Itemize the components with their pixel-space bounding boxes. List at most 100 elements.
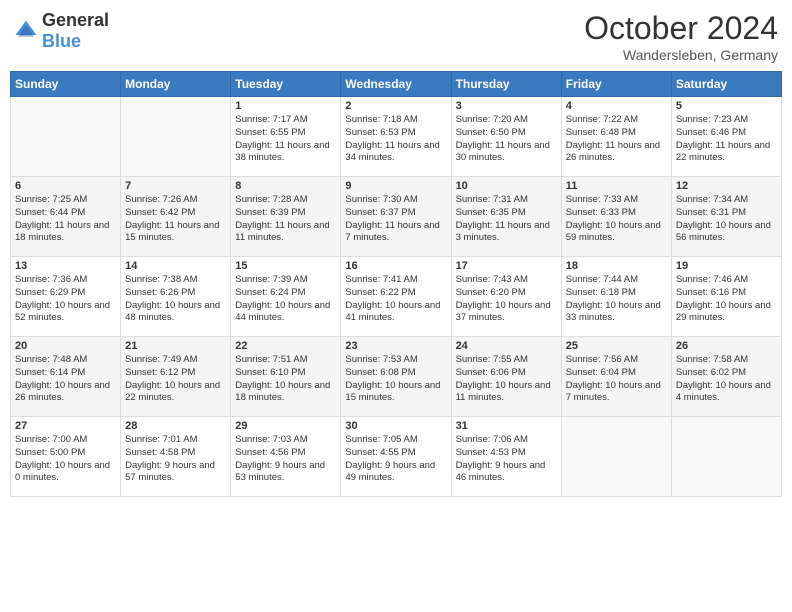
day-cell: 11 Sunrise: 7:33 AMSunset: 6:33 PMDayligh…	[561, 177, 671, 257]
day-number: 22	[235, 340, 336, 352]
day-cell: 16Sunrise: 7:41 AMSunset: 6:22 PMDayligh…	[341, 257, 451, 337]
day-info: Sunrise: 7:51 AMSunset: 6:10 PMDaylight:…	[235, 354, 336, 405]
day-info: Sunrise: 7:26 AMSunset: 6:42 PMDaylight:…	[125, 194, 226, 245]
day-number: 21	[125, 340, 226, 352]
day-info: Sunrise: 7:01 AMSunset: 4:58 PMDaylight:…	[125, 434, 226, 485]
col-header-friday: Friday	[561, 72, 671, 97]
day-cell: 2 Sunrise: 7:18 AMSunset: 6:53 PMDaylight…	[341, 97, 451, 177]
day-number: 5	[676, 100, 777, 112]
day-number: 17	[456, 260, 557, 272]
week-row-5: 27 Sunrise: 7:00 AMSunset: 5:00 PMDayligh…	[11, 417, 782, 497]
day-info: Sunrise: 7:41 AMSunset: 6:22 PMDaylight:…	[345, 274, 446, 325]
col-header-sunday: Sunday	[11, 72, 121, 97]
col-header-wednesday: Wednesday	[341, 72, 451, 97]
logo-text: General Blue	[42, 10, 109, 52]
col-header-saturday: Saturday	[671, 72, 781, 97]
day-number: 26	[676, 340, 777, 352]
day-info: Sunrise: 7:30 AMSunset: 6:37 PMDaylight:…	[345, 194, 446, 245]
day-info: Sunrise: 7:56 AMSunset: 6:04 PMDaylight:…	[566, 354, 667, 405]
day-cell: 18 Sunrise: 7:44 AMSunset: 6:18 PMDayligh…	[561, 257, 671, 337]
day-cell	[11, 97, 121, 177]
calendar-table: SundayMondayTuesdayWednesdayThursdayFrid…	[10, 71, 782, 497]
day-info: Sunrise: 7:53 AMSunset: 6:08 PMDaylight:…	[345, 354, 446, 405]
col-header-thursday: Thursday	[451, 72, 561, 97]
month-title: October 2024	[584, 10, 778, 47]
day-number: 12	[676, 180, 777, 192]
week-row-4: 20 Sunrise: 7:48 AMSunset: 6:14 PMDayligh…	[11, 337, 782, 417]
day-info: Sunrise: 7:46 AMSunset: 6:16 PMDaylight:…	[676, 274, 777, 325]
logo: General Blue	[14, 10, 109, 52]
day-cell: 17 Sunrise: 7:43 AMSunset: 6:20 PMDayligh…	[451, 257, 561, 337]
day-info: Sunrise: 7:06 AMSunset: 4:53 PMDaylight:…	[456, 434, 557, 485]
day-cell: 1Sunrise: 7:17 AMSunset: 6:55 PMDaylight…	[231, 97, 341, 177]
day-number: 9	[345, 180, 446, 192]
location: Wandersleben, Germany	[584, 47, 778, 63]
week-row-2: 6 Sunrise: 7:25 AMSunset: 6:44 PMDaylight…	[11, 177, 782, 257]
day-info: Sunrise: 7:22 AMSunset: 6:48 PMDaylight:…	[566, 114, 667, 165]
day-info: Sunrise: 7:00 AMSunset: 5:00 PMDaylight:…	[15, 434, 116, 485]
day-cell: 27 Sunrise: 7:00 AMSunset: 5:00 PMDayligh…	[11, 417, 121, 497]
day-cell: 23 Sunrise: 7:53 AMSunset: 6:08 PMDayligh…	[341, 337, 451, 417]
day-number: 25	[566, 340, 667, 352]
day-number: 28	[125, 420, 226, 432]
day-number: 19	[676, 260, 777, 272]
day-number: 10	[456, 180, 557, 192]
day-info: Sunrise: 7:44 AMSunset: 6:18 PMDaylight:…	[566, 274, 667, 325]
header-row: SundayMondayTuesdayWednesdayThursdayFrid…	[11, 72, 782, 97]
day-info: Sunrise: 7:34 AMSunset: 6:31 PMDaylight:…	[676, 194, 777, 245]
day-cell: 12 Sunrise: 7:34 AMSunset: 6:31 PMDayligh…	[671, 177, 781, 257]
day-cell: 31Sunrise: 7:06 AMSunset: 4:53 PMDayligh…	[451, 417, 561, 497]
day-cell	[671, 417, 781, 497]
day-info: Sunrise: 7:58 AMSunset: 6:02 PMDaylight:…	[676, 354, 777, 405]
day-number: 23	[345, 340, 446, 352]
day-cell: 14Sunrise: 7:38 AMSunset: 6:26 PMDayligh…	[121, 257, 231, 337]
day-info: Sunrise: 7:20 AMSunset: 6:50 PMDaylight:…	[456, 114, 557, 165]
day-number: 7	[125, 180, 226, 192]
day-info: Sunrise: 7:18 AMSunset: 6:53 PMDaylight:…	[345, 114, 446, 165]
day-info: Sunrise: 7:43 AMSunset: 6:20 PMDaylight:…	[456, 274, 557, 325]
day-cell: 4 Sunrise: 7:22 AMSunset: 6:48 PMDaylight…	[561, 97, 671, 177]
day-cell: 30 Sunrise: 7:05 AMSunset: 4:55 PMDayligh…	[341, 417, 451, 497]
day-cell: 5 Sunrise: 7:23 AMSunset: 6:46 PMDaylight…	[671, 97, 781, 177]
day-info: Sunrise: 7:05 AMSunset: 4:55 PMDaylight:…	[345, 434, 446, 485]
day-cell: 26 Sunrise: 7:58 AMSunset: 6:02 PMDayligh…	[671, 337, 781, 417]
day-cell: 22 Sunrise: 7:51 AMSunset: 6:10 PMDayligh…	[231, 337, 341, 417]
day-number: 27	[15, 420, 116, 432]
day-info: Sunrise: 7:28 AMSunset: 6:39 PMDaylight:…	[235, 194, 336, 245]
day-number: 3	[456, 100, 557, 112]
day-cell: 19 Sunrise: 7:46 AMSunset: 6:16 PMDayligh…	[671, 257, 781, 337]
day-number: 6	[15, 180, 116, 192]
day-info: Sunrise: 7:48 AMSunset: 6:14 PMDaylight:…	[15, 354, 116, 405]
page-header: General Blue October 2024 Wandersleben, …	[10, 10, 782, 63]
day-number: 20	[15, 340, 116, 352]
day-cell: 21 Sunrise: 7:49 AMSunset: 6:12 PMDayligh…	[121, 337, 231, 417]
logo-blue: Blue	[42, 31, 81, 51]
day-cell: 7 Sunrise: 7:26 AMSunset: 6:42 PMDaylight…	[121, 177, 231, 257]
day-cell: 13Sunrise: 7:36 AMSunset: 6:29 PMDayligh…	[11, 257, 121, 337]
day-cell: 28 Sunrise: 7:01 AMSunset: 4:58 PMDayligh…	[121, 417, 231, 497]
day-info: Sunrise: 7:49 AMSunset: 6:12 PMDaylight:…	[125, 354, 226, 405]
day-number: 8	[235, 180, 336, 192]
day-number: 15	[235, 260, 336, 272]
day-cell: 24Sunrise: 7:55 AMSunset: 6:06 PMDayligh…	[451, 337, 561, 417]
day-cell: 3 Sunrise: 7:20 AMSunset: 6:50 PMDaylight…	[451, 97, 561, 177]
day-cell: 10Sunrise: 7:31 AMSunset: 6:35 PMDayligh…	[451, 177, 561, 257]
day-info: Sunrise: 7:25 AMSunset: 6:44 PMDaylight:…	[15, 194, 116, 245]
day-number: 18	[566, 260, 667, 272]
day-cell	[561, 417, 671, 497]
week-row-1: 1Sunrise: 7:17 AMSunset: 6:55 PMDaylight…	[11, 97, 782, 177]
day-number: 29	[235, 420, 336, 432]
day-info: Sunrise: 7:23 AMSunset: 6:46 PMDaylight:…	[676, 114, 777, 165]
day-info: Sunrise: 7:17 AMSunset: 6:55 PMDaylight:…	[235, 114, 336, 165]
day-number: 2	[345, 100, 446, 112]
day-info: Sunrise: 7:03 AMSunset: 4:56 PMDaylight:…	[235, 434, 336, 485]
day-cell	[121, 97, 231, 177]
day-number: 14	[125, 260, 226, 272]
week-row-3: 13Sunrise: 7:36 AMSunset: 6:29 PMDayligh…	[11, 257, 782, 337]
day-number: 30	[345, 420, 446, 432]
logo-general: General	[42, 10, 109, 30]
day-cell: 29 Sunrise: 7:03 AMSunset: 4:56 PMDayligh…	[231, 417, 341, 497]
day-number: 11	[566, 180, 667, 192]
day-info: Sunrise: 7:33 AMSunset: 6:33 PMDaylight:…	[566, 194, 667, 245]
day-number: 4	[566, 100, 667, 112]
